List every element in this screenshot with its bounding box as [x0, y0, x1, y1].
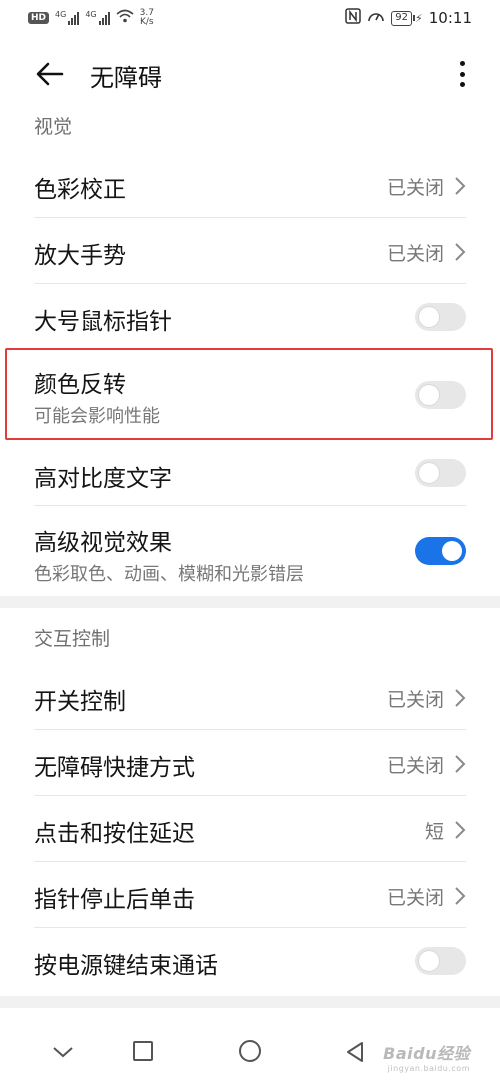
battery-level: 92	[391, 10, 413, 26]
high-contrast-text-toggle[interactable]	[415, 459, 466, 487]
section-gap	[0, 596, 500, 608]
row-touch-hold-delay[interactable]: 点击和按住延迟 短	[0, 796, 500, 862]
circle-icon	[239, 1040, 261, 1062]
wifi-icon	[116, 9, 134, 27]
row-label: 无障碍快捷方式	[34, 755, 195, 781]
row-value: 已关闭	[386, 177, 444, 199]
nav-home-button[interactable]	[238, 1039, 262, 1067]
row-click-after-pointer-stops[interactable]: 指针停止后单击 已关闭	[0, 862, 500, 928]
row-label: 放大手势	[34, 243, 126, 269]
page-title: 无障碍	[90, 64, 162, 92]
large-mouse-pointer-toggle[interactable]	[415, 303, 466, 331]
nav-back-button[interactable]	[344, 1041, 366, 1067]
row-switch-control[interactable]: 开关控制 已关闭	[0, 664, 500, 730]
power-button-ends-call-toggle[interactable]	[415, 947, 466, 975]
row-label: 高对比度文字	[34, 466, 172, 492]
signal-icon: 4G	[55, 11, 80, 25]
square-icon	[133, 1041, 153, 1061]
speedometer-icon	[367, 8, 385, 28]
section-gap	[0, 996, 500, 1008]
row-label: 点击和按住延迟	[34, 821, 195, 847]
row-high-contrast-text: 高对比度文字	[0, 440, 500, 506]
nav-recents-button[interactable]	[132, 1040, 154, 1066]
row-accessibility-shortcut[interactable]: 无障碍快捷方式 已关闭	[0, 730, 500, 796]
network-speed: 3.7 K/s	[139, 8, 154, 27]
nav-hide-button[interactable]	[52, 1044, 74, 1063]
row-color-inversion: 颜色反转 可能会影响性能	[0, 350, 500, 440]
row-label: 按电源键结束通话	[34, 953, 218, 979]
color-inversion-toggle[interactable]	[415, 381, 466, 409]
row-color-correction[interactable]: 色彩校正 已关闭	[0, 152, 500, 218]
row-value: 已关闭	[386, 689, 444, 711]
row-label: 色彩校正	[34, 177, 126, 203]
more-options-button[interactable]	[452, 58, 472, 90]
chevron-right-icon	[455, 887, 466, 905]
row-power-button-ends-call: 按电源键结束通话	[0, 928, 500, 994]
row-magnification-gesture[interactable]: 放大手势 已关闭	[0, 218, 500, 284]
battery-icon: 92 ⚡	[391, 10, 423, 26]
watermark: Baidu经验 jingyan.baidu.com	[383, 1044, 470, 1073]
arrow-left-icon	[36, 62, 64, 86]
row-large-mouse-pointer: 大号鼠标指针	[0, 284, 500, 350]
row-label: 颜色反转	[34, 372, 126, 398]
row-label: 开关控制	[34, 689, 126, 715]
row-value: 已关闭	[386, 755, 444, 777]
clock: 10:11	[428, 9, 472, 27]
nfc-icon	[345, 8, 362, 28]
back-button[interactable]	[32, 56, 68, 92]
row-value: 已关闭	[386, 887, 444, 909]
advanced-visual-effects-toggle[interactable]	[415, 537, 466, 565]
row-subtitle: 色彩取色、动画、模糊和光影错层	[34, 564, 304, 585]
chevron-right-icon	[455, 177, 466, 195]
row-subtitle: 可能会影响性能	[34, 406, 160, 427]
row-label: 指针停止后单击	[34, 887, 195, 913]
row-label: 大号鼠标指针	[34, 309, 172, 335]
row-value: 短	[424, 821, 444, 843]
chevron-right-icon	[455, 821, 466, 839]
more-vertical-icon	[459, 61, 465, 66]
row-value: 已关闭	[386, 243, 444, 265]
chevron-right-icon	[455, 243, 466, 261]
app-header: 无障碍	[0, 46, 500, 104]
hd-badge: HD	[28, 12, 50, 24]
chevron-down-icon	[53, 1047, 73, 1058]
chevron-right-icon	[455, 755, 466, 773]
signal-icon-2: 4G	[85, 11, 110, 25]
row-advanced-visual-effects: 高级视觉效果 色彩取色、动画、模糊和光影错层	[0, 506, 500, 596]
section-label-visual: 视觉	[34, 116, 73, 138]
status-bar: HD 4G 4G 3.7 K/s 92 ⚡ 10:11	[0, 0, 500, 36]
section-label-interaction: 交互控制	[34, 628, 111, 650]
row-label: 高级视觉效果	[34, 530, 172, 556]
triangle-left-icon	[347, 1042, 363, 1062]
chevron-right-icon	[455, 689, 466, 707]
charging-icon: ⚡	[415, 11, 423, 25]
